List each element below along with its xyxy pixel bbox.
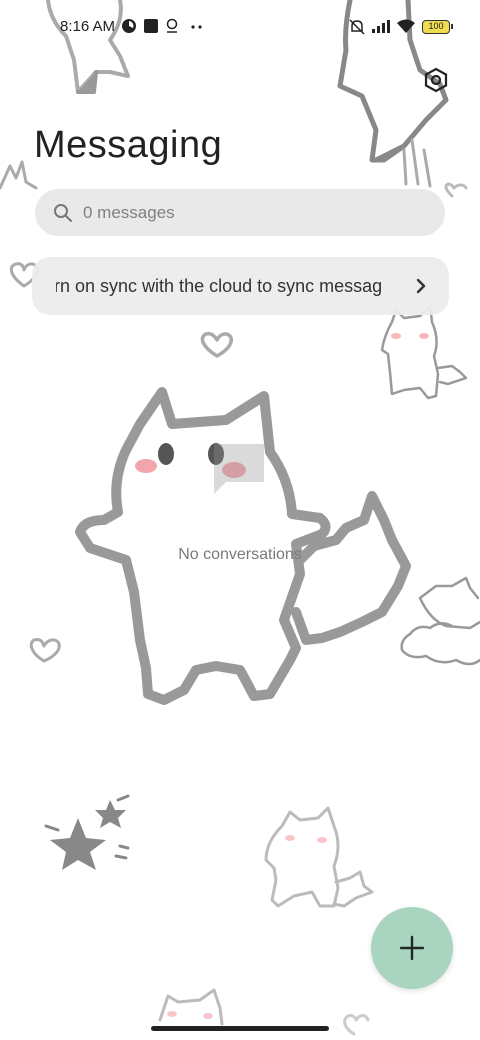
star-doodle: [50, 800, 126, 870]
heart-doodle: [343, 1014, 370, 1036]
battery-icon: 100: [422, 20, 453, 34]
signal-icon: [372, 20, 390, 33]
bottom-partial-cat-doodle: [158, 988, 224, 1026]
cat-eye-doodle: [158, 443, 174, 465]
tail-scribble-doodle: [402, 138, 432, 188]
more-dots-icon: [191, 25, 202, 29]
wifi-icon: [397, 19, 415, 33]
heart-doodle: [29, 638, 61, 663]
search-bar[interactable]: [35, 189, 445, 236]
new-conversation-button[interactable]: [371, 907, 453, 989]
speed-icon: [122, 19, 136, 33]
gesture-nav-handle[interactable]: [151, 1026, 329, 1031]
search-icon: [54, 203, 72, 222]
settings-button[interactable]: [420, 64, 452, 96]
small-cat-doodle: [380, 304, 468, 400]
cat-blush-doodle: [135, 459, 157, 473]
message-bubble-icon: [214, 444, 264, 494]
sync-banner[interactable]: urn on sync with the cloud to sync messa…: [32, 257, 449, 315]
page-title: Messaging: [34, 124, 223, 166]
sync-banner-text: urn on sync with the cloud to sync messa…: [56, 276, 383, 296]
plus-icon: [399, 935, 425, 961]
empty-state-text: No conversations: [178, 546, 302, 563]
status-bar: 8:16 AM 100: [0, 0, 480, 56]
grass-scribble-doodle: [0, 160, 38, 190]
location-pin-icon: [166, 18, 178, 33]
heart-doodle: [444, 182, 468, 198]
search-input[interactable]: [83, 202, 413, 223]
bottom-cat-doodle: [264, 806, 374, 908]
cloud-cat-doodle: [400, 576, 480, 666]
sync-banner-text-wrap: urn on sync with the cloud to sync messa…: [56, 276, 426, 297]
hexagon-settings-icon: [424, 67, 448, 93]
mute-vibrate-icon: [349, 19, 365, 35]
heart-doodle: [200, 331, 233, 358]
square-notification-icon: [144, 19, 158, 33]
chevron-right-icon[interactable]: [415, 277, 427, 295]
status-time: 8:16 AM: [60, 18, 116, 35]
